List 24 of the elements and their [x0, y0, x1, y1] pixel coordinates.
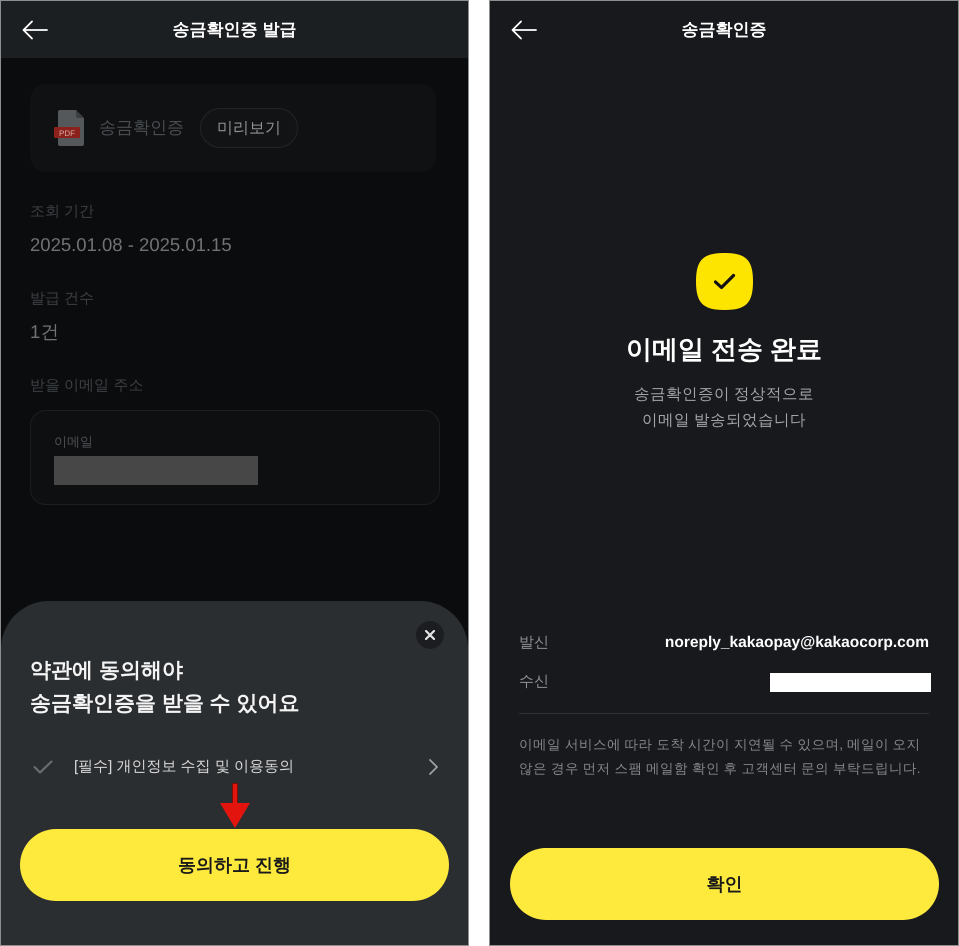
field-value: 2025.01.08 - 2025.01.15: [30, 233, 232, 257]
completion-title: 이메일 전송 완료: [624, 333, 824, 366]
terms-label: [필수] 개인정보 수집 및 이용동의: [74, 757, 296, 777]
check-icon[interactable]: [33, 760, 53, 774]
completion-message: 송금확인증이 정상적으로 이메일 발송되었습니다: [634, 385, 814, 431]
screen-title: 송금확인증 발급: [172, 18, 296, 40]
detail-label: 수신: [519, 672, 549, 692]
agree-button[interactable]: 동의하고 진행: [20, 829, 449, 901]
back-arrow-icon[interactable]: [511, 20, 537, 40]
check-badge-icon: [696, 253, 752, 310]
close-icon: [425, 630, 435, 640]
detail-label: 발신: [519, 633, 549, 653]
document-name: 송금확인증: [99, 117, 184, 139]
notice-text: 이메일 서비스에 따라 도착 시간이 지연될 수 있으며, 메일이 오지 않은 경우 먼저 스팸 메일함 확인 후 고객센터 문의 부탁드립니다.: [519, 736, 922, 778]
close-button[interactable]: [416, 621, 444, 649]
confirm-button[interactable]: 확인: [510, 848, 939, 920]
preview-button[interactable]: 미리보기: [200, 108, 298, 148]
sheet-title: 약관에 동의해야 송금확인증을 받을 수 있어요: [30, 658, 300, 717]
chevron-right-icon[interactable]: [429, 759, 438, 775]
back-arrow-icon[interactable]: [22, 20, 48, 40]
screen-title: 송금확인증: [682, 18, 766, 40]
detail-value: noreply_kakaopay@kakaocorp.com: [664, 633, 929, 653]
field-value: 1건: [30, 320, 60, 344]
annotation-arrow-icon: [218, 783, 250, 828]
